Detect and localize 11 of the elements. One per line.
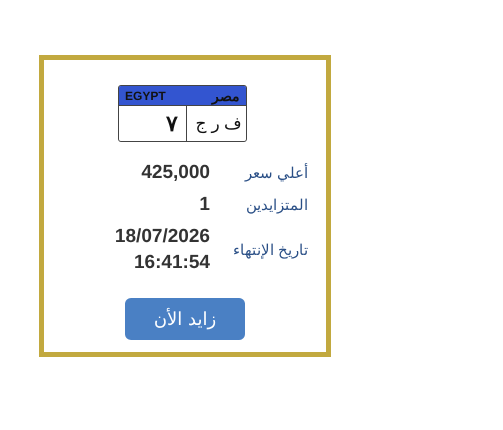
plate-number: ٧	[119, 106, 187, 141]
detail-value: 425,000	[140, 161, 210, 185]
plate-letters: ف ر ج	[194, 113, 243, 136]
bid-button[interactable]: زايد الأن	[125, 298, 245, 340]
detail-value: 1	[198, 193, 210, 217]
plate-country: EGYPT	[125, 88, 166, 102]
detail-value: 18/07/2026 16:41:54	[114, 225, 210, 275]
plate-country: مصر	[212, 88, 240, 104]
detail-label: تاريخ الإنتهاء	[232, 241, 308, 259]
detail-label: أعلي سعر	[243, 164, 308, 182]
detail-label: المتزايدين	[245, 196, 308, 214]
